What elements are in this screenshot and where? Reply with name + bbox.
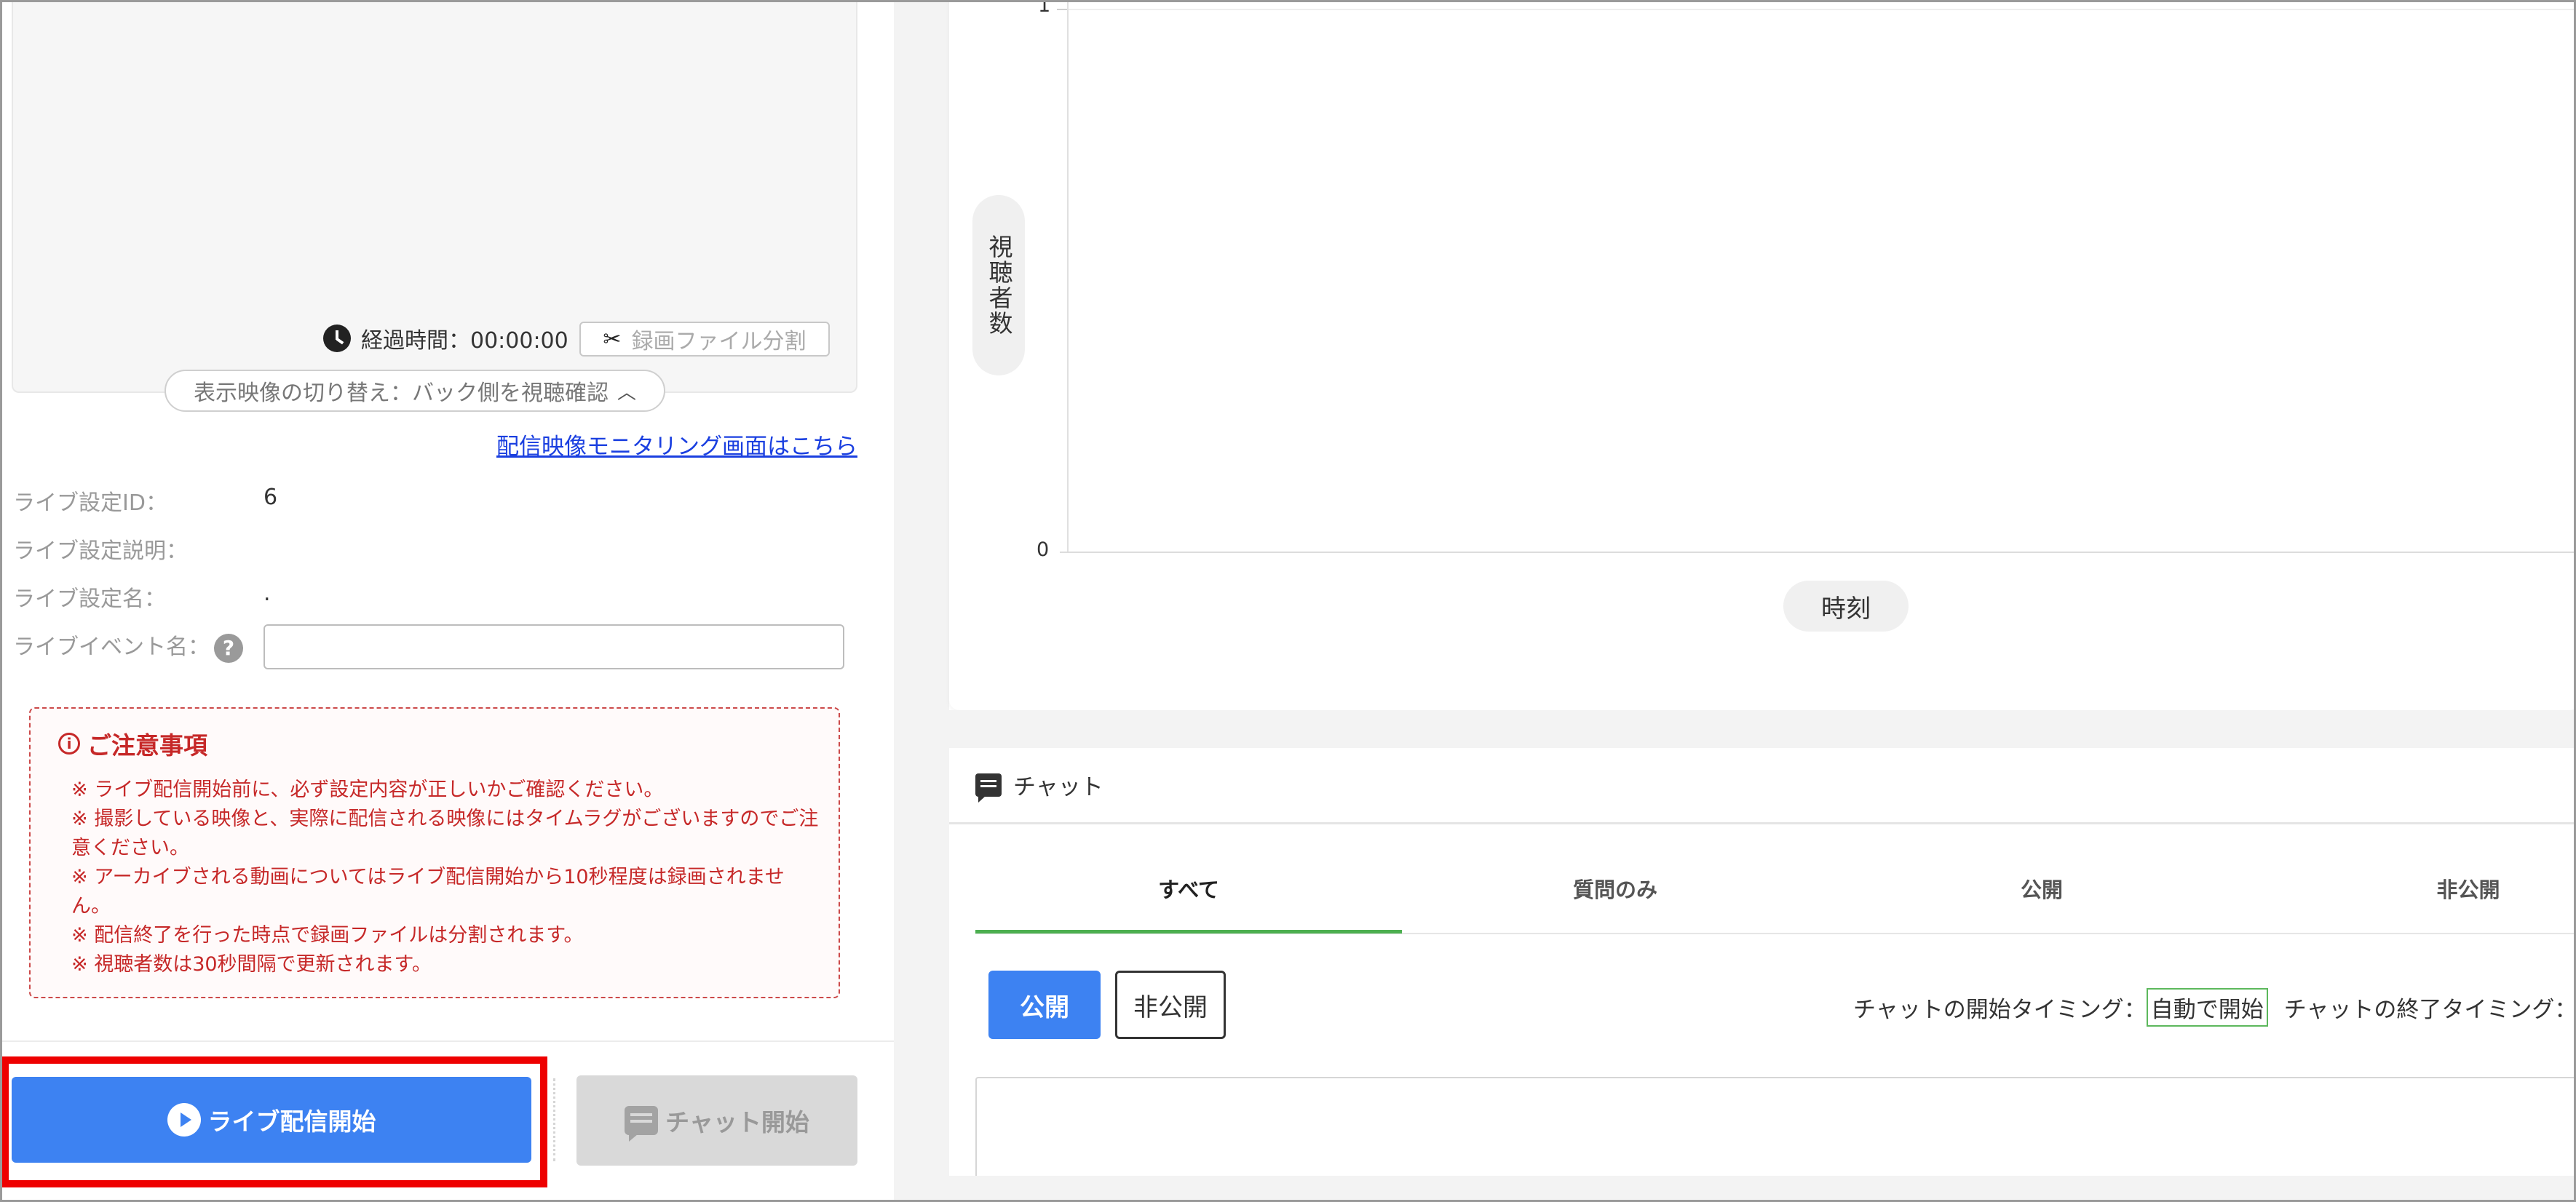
chat-timing: チャットの開始タイミング： 自動で開始 チャットの終了タイミング： bbox=[1853, 988, 2576, 1027]
clock-icon bbox=[323, 325, 351, 352]
notice-item: ※ 撮影している映像と、実際に配信される映像にはタイムラグがございますのでご注意… bbox=[71, 808, 819, 859]
tab-active-indicator bbox=[975, 930, 1402, 934]
x-axis-label: 時刻 bbox=[1783, 581, 1909, 632]
live-event-input[interactable] bbox=[263, 624, 844, 669]
notice-box: i ご注意事項 ※ ライブ配信開始前に、必ず設定内容が正しいかご確認ください。 … bbox=[29, 707, 840, 998]
tab-questions[interactable]: 質問のみ bbox=[1402, 873, 1828, 904]
tab-all[interactable]: すべて bbox=[975, 873, 1402, 904]
live-id-label: ライブ設定ID： bbox=[13, 490, 167, 516]
split-recording-label: 録画ファイル分割 bbox=[631, 329, 807, 354]
tab-public[interactable]: 公開 bbox=[1828, 873, 2255, 904]
chat-icon bbox=[975, 773, 1002, 803]
live-event-row: ライブイベント名：? bbox=[13, 629, 243, 663]
live-start-button[interactable]: ライブ配信開始 bbox=[12, 1077, 531, 1163]
live-desc-label: ライブ設定説明： bbox=[13, 538, 188, 564]
live-id-value: 6 bbox=[263, 485, 278, 510]
notice-item: ※ 配信終了を行った時点で録画ファイルは分割されます。 bbox=[71, 924, 584, 947]
tab-private[interactable]: 非公開 bbox=[2255, 873, 2576, 904]
y-axis-label: 視聴者数 bbox=[972, 195, 1025, 375]
viewer-chart-card bbox=[949, 0, 2576, 710]
left-panel: 経過時間：00:00:00 ✂ 録画ファイル分割 表示映像の切り替え：バック側を… bbox=[0, 0, 894, 1202]
elapsed-time-label: 経過時間：00:00:00 bbox=[361, 328, 568, 354]
x-axis-label-text: 時刻 bbox=[1821, 594, 1871, 624]
chat-start-button[interactable]: チャット開始 bbox=[576, 1075, 857, 1166]
panel-gutter bbox=[894, 0, 949, 1202]
switch-view-label: 表示映像の切り替え：バック側を視聴確認 bbox=[193, 381, 609, 406]
live-event-label: ライブイベント名： bbox=[13, 634, 210, 660]
live-name-value: . bbox=[263, 581, 271, 606]
y-tick-mark bbox=[1057, 9, 1067, 10]
gridline-top bbox=[1067, 9, 2576, 10]
card-gap bbox=[949, 710, 2576, 748]
live-start-label: ライブ配信開始 bbox=[207, 1107, 376, 1136]
help-icon[interactable]: ? bbox=[214, 633, 243, 663]
divider bbox=[0, 1040, 894, 1042]
y-axis-label-text: 視聴者数 bbox=[985, 234, 1013, 336]
elapsed-time: 経過時間：00:00:00 bbox=[323, 320, 568, 357]
notice-title-text: ご注意事項 bbox=[87, 731, 207, 760]
x-axis-line bbox=[1060, 552, 2576, 553]
public-button[interactable]: 公開 bbox=[988, 971, 1101, 1039]
notice-item: ※ ライブ配信開始前に、必ず設定内容が正しいかご確認ください。 bbox=[71, 779, 664, 801]
scissors-icon: ✂ bbox=[603, 326, 622, 352]
y-axis-line bbox=[1067, 0, 1069, 553]
chevron-up-icon: ︿ bbox=[617, 381, 636, 404]
live-name-label: ライブ設定名： bbox=[13, 586, 166, 612]
chat-start-label: チャット開始 bbox=[665, 1108, 809, 1137]
switch-view-toggle[interactable]: 表示映像の切り替え：バック側を視聴確認 ︿ bbox=[165, 370, 665, 412]
end-timing-label: チャットの終了タイミング： bbox=[2283, 997, 2576, 1023]
private-button[interactable]: 非公開 bbox=[1115, 971, 1226, 1039]
chat-header: チャット bbox=[975, 768, 1103, 803]
notice-item: ※ 視聴者数は30秒間隔で更新されます。 bbox=[71, 953, 432, 976]
bottom-strip bbox=[949, 1176, 2576, 1202]
chat-bubble-icon bbox=[625, 1106, 659, 1142]
notice-item: ※ アーカイブされる動画についてはライブ配信開始から10秒程度は録画されません。 bbox=[71, 866, 785, 918]
notice-list: ※ ライブ配信開始前に、必ず設定内容が正しいかご確認ください。 ※ 撮影している… bbox=[71, 776, 821, 979]
info-icon: i bbox=[58, 733, 80, 755]
y-tick-label: 0 bbox=[1037, 538, 1050, 561]
notice-title: i ご注意事項 bbox=[58, 726, 839, 761]
split-recording-button[interactable]: ✂ 録画ファイル分割 bbox=[579, 322, 830, 357]
y-tick-label: 1 bbox=[1038, 0, 1051, 17]
start-timing-label: チャットの開始タイミング： bbox=[1853, 997, 2147, 1023]
play-icon bbox=[167, 1103, 201, 1137]
button-separator bbox=[553, 1078, 555, 1161]
chat-header-divider bbox=[949, 822, 2576, 824]
chat-header-title: チャット bbox=[1013, 774, 1103, 800]
start-timing-select[interactable]: 自動で開始 bbox=[2146, 988, 2268, 1027]
monitoring-link[interactable]: 配信映像モニタリング画面はこちら bbox=[496, 428, 857, 461]
